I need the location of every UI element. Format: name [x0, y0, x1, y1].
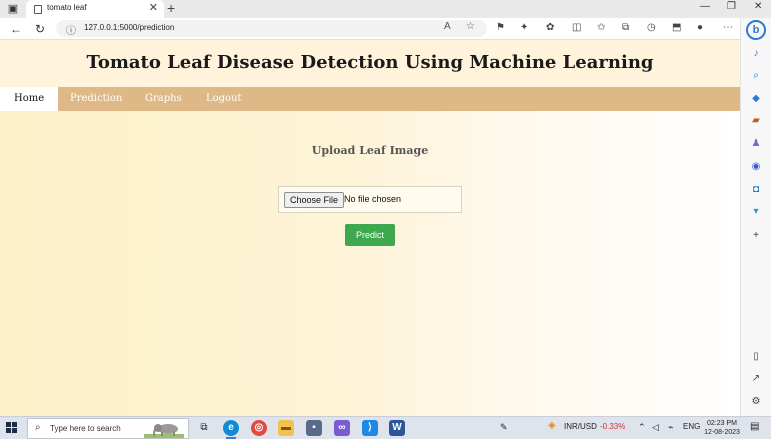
minimize-button[interactable]: — — [700, 1, 710, 12]
task-view-icon[interactable]: ⧉ — [196, 420, 212, 436]
tab-actions-icon[interactable]: ▣ — [6, 2, 20, 16]
page-viewport: Tomato Leaf Disease Detection Using Mach… — [0, 40, 740, 416]
chrome-icon[interactable]: ◎ — [251, 420, 267, 436]
history-icon[interactable]: ◷ — [647, 21, 656, 35]
tab-close-icon[interactable]: ✕ — [149, 1, 158, 14]
site-info-icon[interactable]: ⓘ — [66, 22, 76, 37]
windows-taskbar: ⌕ Type here to search ⧉ e ◎ ▬ ▪ ∞ ⟩ W ✎ … — [0, 416, 771, 439]
browser-titlebar: ▣ tomato leaf ✕ + — ❐ ✕ — [0, 0, 771, 18]
stock-change[interactable]: -0.33% — [600, 422, 625, 431]
drop-icon[interactable]: ▾ — [750, 206, 762, 218]
split-screen-icon[interactable]: ◫ — [572, 21, 581, 35]
refresh-icon[interactable]: ↻ — [35, 21, 45, 37]
tools-briefcase-icon[interactable]: ▰ — [750, 115, 762, 127]
address-bar[interactable]: ⓘ 127.0.0.1:5000/prediction A ☆ — [56, 20, 487, 37]
windows-start-icon[interactable] — [6, 422, 18, 434]
notification-bell-icon[interactable]: ♪ — [750, 48, 762, 60]
new-tab-button[interactable]: + — [167, 0, 175, 16]
more-menu-icon[interactable]: ⋯ — [723, 21, 733, 35]
search-icon: ⌕ — [35, 422, 41, 433]
edge-browser-icon[interactable]: e — [223, 420, 239, 436]
stock-icon[interactable]: ◈ — [548, 420, 556, 431]
nav-prediction-link[interactable]: Prediction — [56, 87, 136, 111]
collections-icon[interactable]: ⧉ — [622, 21, 629, 35]
outlook-icon[interactable]: ◘ — [750, 184, 762, 196]
extensions-icon[interactable]: ✿ — [546, 21, 554, 35]
favorites-icon[interactable]: ✩ — [597, 21, 605, 35]
file-status-text: No file chosen — [344, 194, 402, 204]
office-icon[interactable]: ◉ — [750, 161, 762, 173]
favorite-star-icon[interactable]: ☆ — [466, 21, 475, 32]
clock-date: 12-08-2023 — [704, 429, 740, 436]
tab-title: tomato leaf — [47, 3, 87, 12]
close-window-button[interactable]: ✕ — [754, 1, 762, 12]
nav-home-link[interactable]: Home — [0, 87, 59, 111]
visual-studio-icon[interactable]: ∞ — [334, 420, 350, 436]
extension-icon[interactable]: ⚑ — [496, 21, 505, 35]
browser-tab[interactable]: tomato leaf ✕ — [26, 0, 164, 18]
games-icon[interactable]: ♟ — [750, 138, 762, 150]
upload-heading: Upload Leaf Image — [311, 144, 429, 157]
network-icon[interactable]: ⌁ — [668, 422, 673, 433]
vscode-icon[interactable]: ⟩ — [362, 420, 378, 436]
site-header: Tomato Leaf Disease Detection Using Mach… — [0, 40, 740, 87]
site-title: Tomato Leaf Disease Detection Using Mach… — [86, 52, 654, 73]
back-arrow-icon[interactable]: ← — [10, 21, 22, 37]
show-hidden-icons-icon[interactable]: ⌃ — [638, 422, 646, 433]
clock-time: 02:23 PM — [707, 420, 737, 427]
search-sidebar-icon[interactable]: ⌕ — [750, 70, 762, 82]
extension-two-icon[interactable]: ✦ — [520, 21, 528, 35]
read-aloud-icon[interactable]: A — [444, 21, 451, 32]
notifications-icon[interactable]: ▤ — [750, 421, 759, 432]
taskbar-clock[interactable]: 02:23 PM 12-08-2023 — [700, 419, 744, 437]
site-navbar: Home Prediction Graphs Logout — [0, 87, 740, 111]
open-external-icon[interactable]: ↗ — [750, 373, 762, 385]
pen-icon[interactable]: ✎ — [500, 422, 508, 433]
add-sidebar-app-icon[interactable]: + — [750, 230, 762, 242]
shopping-tag-icon[interactable]: ◆ — [750, 93, 762, 105]
taskbar-search-input[interactable]: ⌕ Type here to search — [27, 418, 189, 439]
maximize-button[interactable]: ❐ — [727, 1, 736, 12]
elephant-illustration-icon — [144, 424, 184, 438]
edge-sidebar: b ♪ ⌕ ◆ ▰ ♟ ◉ ◘ ▾ + ▯ ↗ ⚙ — [740, 18, 771, 416]
sidebar-settings-icon[interactable]: ⚙ — [750, 396, 762, 408]
profile-avatar-icon[interactable]: ● — [697, 21, 703, 35]
stock-label[interactable]: INR/USD — [564, 422, 597, 431]
sidebar-layout-icon[interactable]: ▯ — [750, 351, 762, 363]
page-favicon-icon — [34, 5, 42, 14]
app-window-icon[interactable]: ▪ — [306, 420, 322, 436]
nav-logout-link[interactable]: Logout — [192, 87, 256, 111]
word-icon[interactable]: W — [389, 420, 405, 436]
browser-toolbar: ← ↻ ⓘ 127.0.0.1:5000/prediction A ☆ ⚑ ✦ … — [0, 18, 771, 40]
predict-button[interactable]: Predict — [345, 224, 395, 246]
search-placeholder: Type here to search — [50, 424, 121, 433]
bing-chat-icon[interactable]: b — [746, 20, 766, 40]
url-text[interactable]: 127.0.0.1:5000/prediction — [84, 23, 174, 32]
downloads-icon[interactable]: ⬒ — [672, 21, 681, 35]
file-explorer-icon[interactable]: ▬ — [278, 420, 294, 436]
volume-icon[interactable]: ◁ — [652, 422, 659, 433]
choose-file-button[interactable]: Choose File — [284, 192, 345, 208]
nav-graphs-link[interactable]: Graphs — [131, 87, 196, 111]
file-input[interactable]: Choose File No file chosen — [278, 186, 462, 213]
language-indicator[interactable]: ENG — [683, 422, 700, 431]
